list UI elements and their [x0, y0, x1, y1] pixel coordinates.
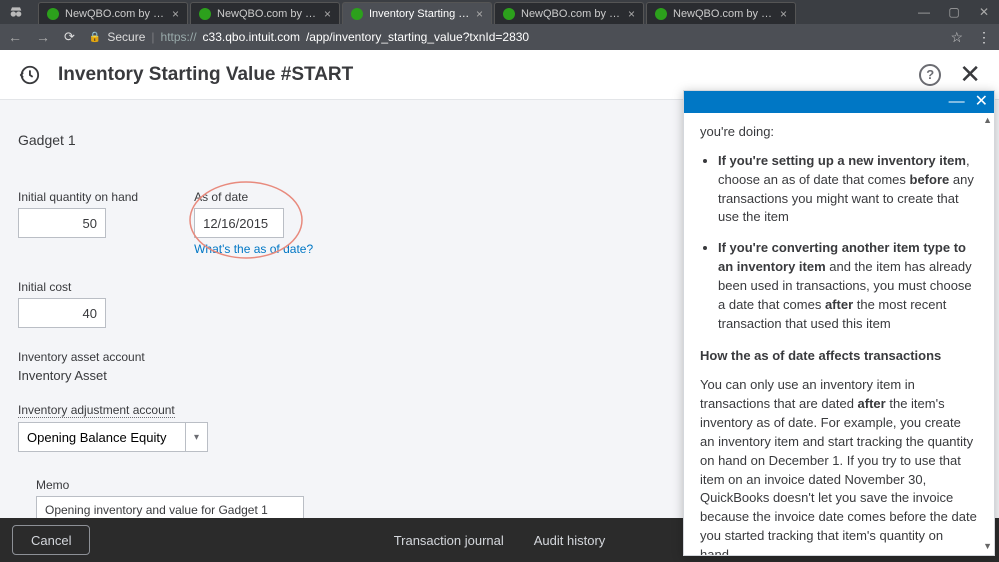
tab-favicon-icon: [655, 8, 667, 20]
as-of-date-help-link[interactable]: What's the as of date?: [194, 242, 313, 256]
browser-tab[interactable]: NewQBO.com by VPCon… ×: [38, 2, 188, 24]
tab-favicon-icon: [351, 8, 363, 20]
help-intro-tail: you're doing:: [700, 123, 978, 142]
browser-tab[interactable]: NewQBO.com by VPCon… ×: [646, 2, 796, 24]
scroll-down-icon[interactable]: ▼: [983, 541, 992, 551]
close-icon[interactable]: ×: [324, 7, 331, 21]
browser-tab-active[interactable]: Inventory Starting Value ×: [342, 2, 492, 24]
browser-tab[interactable]: NewQBO.com by VPCon… ×: [190, 2, 340, 24]
close-icon[interactable]: ×: [780, 7, 787, 21]
forward-button[interactable]: →: [36, 29, 50, 45]
help-bullet-2: If you're converting another item type t…: [718, 239, 978, 333]
audit-history-link[interactable]: Audit history: [534, 533, 606, 548]
reload-button[interactable]: ⟳: [64, 29, 75, 45]
chevron-down-icon: ▾: [185, 423, 207, 451]
browser-menu-icon[interactable]: ⋮: [977, 29, 991, 46]
close-icon[interactable]: ×: [628, 7, 635, 21]
help-content[interactable]: you're doing: If you're setting up a new…: [684, 113, 994, 555]
tab-favicon-icon: [199, 8, 211, 20]
close-window-button[interactable]: ✕: [969, 0, 999, 24]
close-help-button[interactable]: ✕: [975, 94, 988, 110]
help-section-heading: How the as of date affects transactions: [700, 347, 978, 366]
minimize-button[interactable]: —: [909, 0, 939, 24]
as-of-date-input[interactable]: [194, 208, 284, 238]
back-button[interactable]: ←: [8, 29, 22, 45]
browser-tab[interactable]: NewQBO.com by VPCon… ×: [494, 2, 644, 24]
close-page-button[interactable]: ✕: [959, 59, 981, 90]
help-panel: — ✕ ▲ you're doing: If you're setting up…: [683, 90, 995, 556]
initial-qty-label: Initial quantity on hand: [18, 190, 138, 204]
transaction-journal-link[interactable]: Transaction journal: [394, 533, 504, 548]
adjustment-account-selected: Opening Balance Equity: [19, 430, 185, 445]
secure-label: Secure: [107, 30, 145, 44]
page-title: Inventory Starting Value #START: [58, 64, 353, 86]
action-bar-center: Transaction journal Audit history: [394, 533, 606, 548]
incognito-icon: [8, 4, 24, 23]
browser-tabs-bar: NewQBO.com by VPCon… × NewQBO.com by VPCo…: [0, 0, 999, 24]
url-host: c33.qbo.intuit.com: [203, 30, 300, 44]
bookmark-star-icon[interactable]: ☆: [950, 29, 963, 46]
tab-title: NewQBO.com by VPCon…: [521, 8, 622, 20]
tab-favicon-icon: [47, 8, 59, 20]
minimize-help-button[interactable]: —: [949, 94, 965, 110]
close-icon[interactable]: ×: [172, 7, 179, 21]
initial-cost-input[interactable]: [18, 298, 106, 328]
help-panel-titlebar: — ✕: [684, 91, 994, 113]
url-path: /app/inventory_starting_value?txnId=2830: [306, 30, 529, 44]
adjustment-account-label: Inventory adjustment account: [18, 403, 175, 418]
scroll-up-icon[interactable]: ▲: [983, 115, 992, 125]
tab-title: NewQBO.com by VPCon…: [673, 8, 774, 20]
browser-url-bar: ← → ⟳ 🔒 Secure | https://c33.qbo.intuit.…: [0, 24, 999, 50]
history-icon[interactable]: [18, 64, 40, 86]
help-button[interactable]: ?: [919, 64, 941, 86]
url-protocol: https://: [161, 30, 197, 44]
adjustment-account-select[interactable]: Opening Balance Equity ▾: [18, 422, 208, 452]
initial-qty-field-group: Initial quantity on hand: [18, 190, 138, 258]
maximize-button[interactable]: ▢: [939, 0, 969, 24]
tab-title: Inventory Starting Value: [369, 8, 470, 20]
tab-title: NewQBO.com by VPCon…: [65, 8, 166, 20]
as-of-date-field-group: As of date What's the as of date?: [194, 190, 313, 258]
help-paragraph: You can only use an inventory item in tr…: [700, 376, 978, 555]
close-icon[interactable]: ×: [476, 7, 483, 21]
initial-qty-input[interactable]: [18, 208, 106, 238]
tab-title: NewQBO.com by VPCon…: [217, 8, 318, 20]
tab-favicon-icon: [503, 8, 515, 20]
help-bullet-1: If you're setting up a new inventory ite…: [718, 152, 978, 227]
window-controls: — ▢ ✕: [909, 0, 999, 24]
lock-icon: 🔒: [89, 32, 101, 43]
cancel-button[interactable]: Cancel: [12, 525, 90, 555]
as-of-date-label: As of date: [194, 190, 313, 204]
address-bar[interactable]: 🔒 Secure | https://c33.qbo.intuit.com/ap…: [89, 30, 937, 44]
